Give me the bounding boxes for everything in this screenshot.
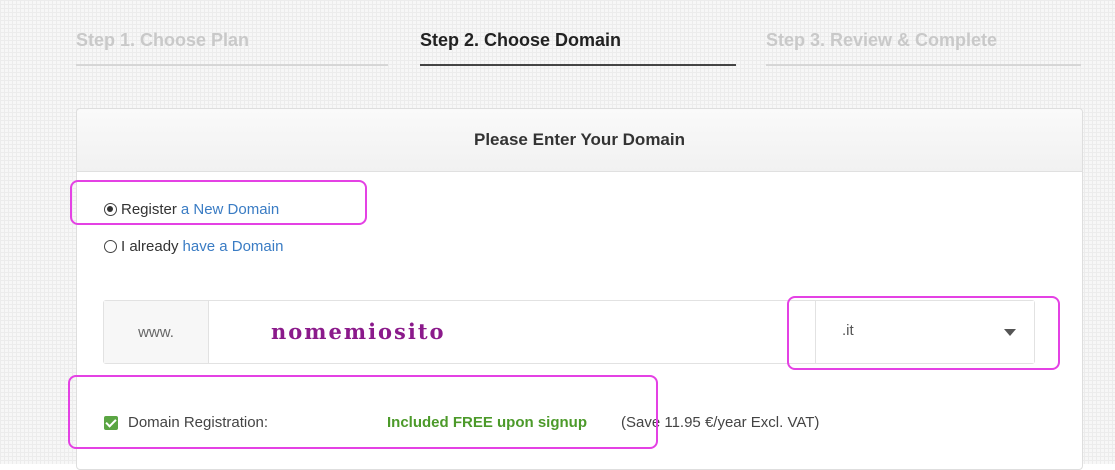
step-label: Step 2. Choose Domain — [420, 30, 622, 50]
step-label: Step 3. Review & Complete — [766, 30, 998, 50]
step-review-complete[interactable]: Step 3. Review & Complete — [766, 30, 1081, 66]
highlight-box — [70, 180, 367, 225]
highlight-box — [68, 375, 658, 449]
step-label: Step 1. Choose Plan — [76, 30, 250, 50]
checkout-steps: Step 1. Choose Plan Step 2. Choose Domai… — [76, 30, 1081, 70]
step-choose-domain[interactable]: Step 2. Choose Domain — [420, 30, 736, 66]
existing-domain-option[interactable]: I already have a Domain — [104, 238, 283, 255]
www-prefix: www. — [104, 301, 209, 363]
domain-name-input[interactable]: nomemiosito — [271, 319, 446, 344]
radio-button[interactable] — [104, 240, 117, 253]
option-link[interactable]: have a Domain — [183, 238, 284, 255]
step-choose-plan[interactable]: Step 1. Choose Plan — [76, 30, 388, 66]
option-label: I already — [121, 238, 179, 255]
panel-title: Please Enter Your Domain — [77, 109, 1082, 172]
step-underline — [76, 64, 388, 66]
step-underline — [420, 64, 736, 66]
highlight-box — [787, 296, 1060, 370]
step-underline — [766, 64, 1081, 66]
